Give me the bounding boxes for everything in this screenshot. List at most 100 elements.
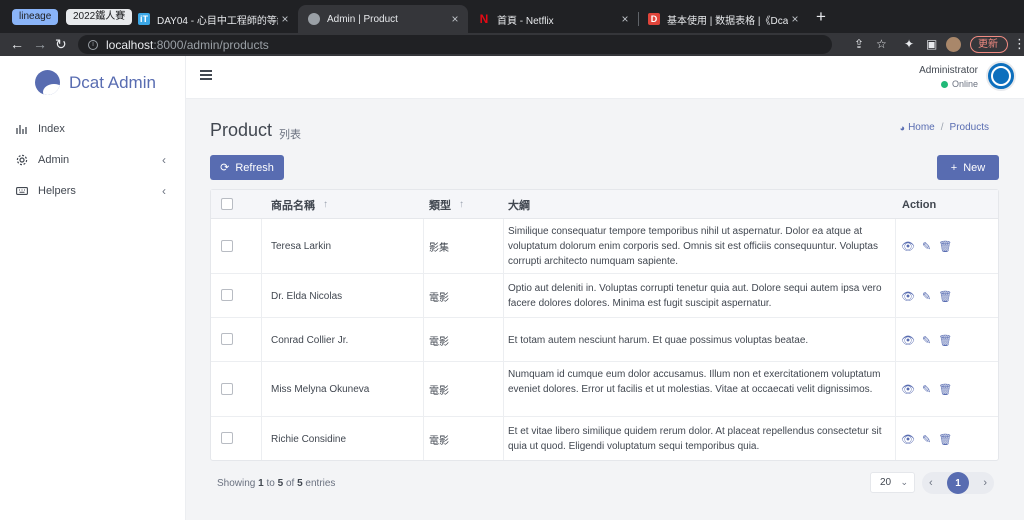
sidebar-item-helpers[interactable]: Helpers ‹ [0, 176, 186, 206]
view-eye-icon[interactable]: 👁 [901, 240, 915, 253]
view-eye-icon[interactable]: 👁 [901, 290, 915, 303]
tab-group-lineage[interactable]: lineage [12, 9, 59, 25]
edit-pencil-icon[interactable]: ✎ [922, 383, 931, 396]
product-type: 電影 [429, 336, 449, 348]
netflix-icon: N [479, 12, 489, 26]
avatar[interactable] [986, 61, 1016, 91]
url-path: :8000/admin/products [153, 37, 269, 52]
column-header-type[interactable]: 類型 ↑ [429, 190, 464, 219]
next-page-icon[interactable]: › [983, 477, 987, 489]
close-icon[interactable]: × [788, 12, 802, 26]
reload-icon[interactable]: ↻ [55, 35, 67, 53]
url-host: localhost [106, 37, 154, 52]
ithome-icon: iT [138, 13, 150, 25]
product-type: 電影 [429, 292, 449, 304]
table-row: Conrad Collier Jr. 電影 Et totam autem nes… [211, 318, 998, 362]
view-eye-icon[interactable]: 👁 [901, 383, 915, 396]
sort-arrow-icon[interactable]: ↑ [323, 199, 328, 210]
edit-pencil-icon[interactable]: ✎ [922, 290, 931, 303]
refresh-icon: ⟳ [220, 162, 230, 174]
menu-toggle-icon[interactable] [200, 70, 212, 80]
tab-title: Admin | Product [327, 13, 398, 25]
close-icon[interactable]: × [448, 12, 462, 26]
per-page-select[interactable]: 20 ⌄ [870, 472, 915, 493]
row-checkbox[interactable] [221, 432, 233, 444]
row-checkbox[interactable] [221, 333, 233, 345]
sidebar-item-index[interactable]: Index [0, 114, 186, 144]
refresh-button[interactable]: ⟳ Refresh [210, 155, 284, 180]
chevron-left-icon: ‹ [162, 153, 166, 167]
row-checkbox[interactable] [221, 383, 233, 395]
update-button[interactable]: 更新 [970, 36, 1008, 53]
tab-group-ironman[interactable]: 2022鐵人賽 [66, 9, 133, 25]
product-name: Teresa Larkin [271, 241, 332, 252]
sort-arrow-icon[interactable]: ↑ [459, 199, 464, 210]
row-checkbox[interactable] [221, 289, 233, 301]
edit-pencil-icon[interactable]: ✎ [922, 240, 931, 253]
more-menu-icon[interactable]: ⋮ [1013, 36, 1024, 52]
delete-trash-icon[interactable]: 🗑 [938, 240, 952, 253]
current-page-button[interactable]: 1 [947, 472, 969, 494]
sidebar-item-label: Index [38, 123, 65, 135]
view-eye-icon[interactable]: 👁 [901, 334, 915, 347]
row-checkbox[interactable] [221, 240, 233, 252]
browser-toolbar: ← → ↻ i localhost:8000/admin/products ⇪ … [0, 33, 1024, 56]
delete-trash-icon[interactable]: 🗑 [938, 290, 952, 303]
entries-label: entries [305, 478, 336, 489]
tab-title: 基本使用 | 数据表格 |《Dcat Admin [667, 15, 788, 27]
extensions-icon[interactable]: ✦ [904, 37, 914, 51]
tab-admin-product[interactable]: Admin | Product × [298, 5, 468, 33]
product-name: Conrad Collier Jr. [271, 334, 349, 346]
tab-netflix[interactable]: N 首頁 - Netflix × [468, 5, 638, 33]
new-tab-icon[interactable]: + [816, 8, 826, 26]
row-actions: 👁 ✎ 🗑 [901, 318, 952, 362]
refresh-label: Refresh [235, 161, 274, 174]
brand[interactable]: Dcat Admin [35, 70, 156, 95]
per-page-value: 20 [880, 477, 892, 488]
user-status: Online [940, 79, 978, 89]
table-row: Miss Melyna Okuneva 電影 Numquam id cumque… [211, 362, 998, 417]
products-table: 商品名稱 ↑ 類型 ↑ 大綱 Action Teresa Larkin 影集 Sim… [210, 189, 999, 461]
product-name: Miss Melyna Okuneva [271, 384, 370, 395]
forward-arrow-icon[interactable]: → [33, 35, 47, 53]
table-row: Teresa Larkin 影集 Similique consequatur t… [211, 219, 998, 274]
brand-name: Dcat Admin [69, 72, 156, 92]
tab-dcat-docs[interactable]: D 基本使用 | 数据表格 |《Dcat Admin × [638, 5, 808, 33]
select-all-checkbox[interactable] [221, 198, 233, 210]
dashboard-icon: ◕ [899, 122, 906, 133]
close-icon[interactable]: × [618, 12, 632, 26]
row-actions: 👁 ✎ 🗑 [901, 219, 952, 274]
column-header-outline: 大綱 [508, 199, 530, 212]
tab-title: DAY04 - 心目中工程師的等級 - iT [157, 15, 278, 27]
product-outline: Et totam autem nesciunt harum. Et quae p… [508, 334, 809, 346]
sidebar-item-admin[interactable]: Admin ‹ [0, 145, 186, 175]
delete-trash-icon[interactable]: 🗑 [938, 383, 952, 396]
info-icon[interactable]: i [88, 39, 98, 50]
bookmark-star-icon[interactable]: ☆ [876, 37, 887, 51]
back-arrow-icon[interactable]: ← [10, 35, 24, 53]
address-bar[interactable]: i localhost:8000/admin/products [78, 35, 832, 54]
breadcrumb-home[interactable]: Home [908, 122, 935, 133]
breadcrumb: ◕ Home / Products [900, 122, 989, 133]
delete-trash-icon[interactable]: 🗑 [938, 334, 952, 347]
prev-page-icon[interactable]: ‹ [929, 477, 933, 489]
delete-trash-icon[interactable]: 🗑 [938, 433, 952, 446]
tab-day04[interactable]: iT DAY04 - 心目中工程師的等級 - iT × [128, 5, 298, 33]
side-panel-icon[interactable]: ▣ [926, 37, 937, 51]
table-header: 商品名稱 ↑ 類型 ↑ 大綱 Action [211, 190, 998, 219]
profile-avatar[interactable] [946, 37, 961, 52]
new-label: New [963, 161, 986, 174]
product-type: 影集 [429, 243, 449, 254]
dcat-logo-icon [35, 70, 60, 95]
product-name: Richie Considine [271, 433, 347, 445]
edit-pencil-icon[interactable]: ✎ [922, 433, 931, 446]
column-header-name[interactable]: 商品名稱 ↑ [271, 190, 328, 219]
close-icon[interactable]: × [278, 12, 292, 26]
user-name[interactable]: Administrator [919, 65, 978, 76]
share-icon[interactable]: ⇪ [854, 37, 864, 51]
view-eye-icon[interactable]: 👁 [901, 433, 915, 446]
new-button[interactable]: + New [937, 155, 999, 180]
edit-pencil-icon[interactable]: ✎ [922, 334, 931, 347]
sidebar: Dcat Admin Index Admin ‹ Helpers ‹ [0, 56, 186, 520]
breadcrumb-products: Products [949, 122, 989, 133]
